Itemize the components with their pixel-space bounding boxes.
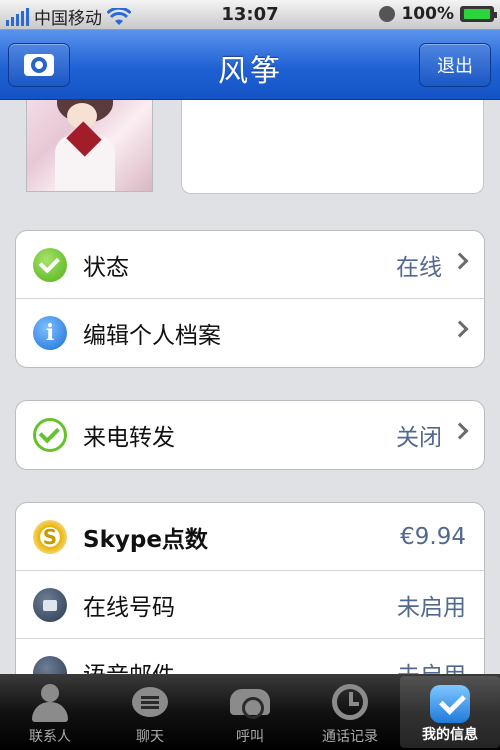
call-forward-group: 来电转发 关闭 [15, 400, 485, 470]
profile-name-box[interactable] [181, 100, 484, 194]
online-number-row[interactable]: 在线号码 未启用 [16, 571, 484, 639]
avatar[interactable] [26, 100, 153, 192]
row-value: 未启用 [397, 656, 466, 674]
call-forward-icon [33, 418, 67, 452]
tab-label: 通话记录 [322, 729, 378, 745]
status-group: 状态 在线 i 编辑个人档案 [15, 230, 485, 368]
tab-label: 聊天 [136, 729, 164, 745]
tab-chat[interactable]: 聊天 [100, 674, 200, 750]
row-label: 语音邮件 [83, 656, 175, 674]
computer-icon [33, 588, 67, 622]
row-value: 关闭 [396, 425, 442, 451]
skype-credit-row[interactable]: S Skype点数 €9.94 [16, 503, 484, 571]
chevron-right-icon [451, 422, 469, 440]
battery-icon [460, 6, 497, 22]
row-label: 状态 [83, 254, 129, 281]
voicemail-icon [33, 656, 67, 674]
phone-icon [228, 682, 272, 722]
navigation-bar: 风筝 退出 [0, 30, 500, 100]
chat-icon [128, 682, 172, 722]
row-label: 编辑个人档案 [83, 323, 221, 349]
status-right: 100% [379, 4, 497, 24]
chevron-right-icon [451, 252, 469, 270]
voicemail-row[interactable]: 语音邮件 未启用 [16, 639, 484, 674]
info-icon: i [33, 316, 67, 350]
row-label: 在线号码 [83, 594, 175, 621]
battery-percent: 100% [401, 4, 454, 24]
row-value: €9.94 [400, 523, 466, 550]
chevron-right-icon [451, 320, 469, 338]
tab-history[interactable]: 通话记录 [300, 674, 400, 750]
edit-profile-row[interactable]: i 编辑个人档案 [16, 299, 484, 367]
status-row[interactable]: 状态 在线 [16, 231, 484, 299]
tab-my-info[interactable]: 我的信息 [400, 676, 500, 748]
call-forward-row[interactable]: 来电转发 关闭 [16, 401, 484, 469]
tab-label: 呼叫 [236, 729, 264, 745]
row-label: Skype点数 [83, 526, 208, 553]
tab-call[interactable]: 呼叫 [200, 674, 300, 750]
tab-contacts[interactable]: 联系人 [0, 674, 100, 750]
row-label: 来电转发 [83, 425, 175, 451]
profile-content[interactable]: 状态 在线 i 编辑个人档案 来电转发 关闭 S Skype点数 €9.94 在… [0, 100, 500, 674]
orientation-lock-icon [379, 6, 396, 22]
tab-label: 联系人 [29, 729, 71, 745]
contacts-icon [28, 682, 72, 722]
status-check-icon [33, 248, 67, 282]
row-value: 在线 [396, 254, 442, 281]
my-info-icon [428, 684, 472, 724]
tab-label: 我的信息 [422, 727, 478, 743]
history-icon [328, 682, 372, 722]
status-bar: 中国移动 13:07 100% [0, 0, 500, 30]
skype-credit-icon: S [33, 520, 67, 554]
account-group: S Skype点数 €9.94 在线号码 未启用 语音邮件 未启用 [15, 502, 485, 674]
logout-button[interactable]: 退出 [419, 43, 491, 87]
tab-bar: 联系人 聊天 呼叫 通话记录 我的信息 [0, 674, 500, 750]
row-value: 未启用 [397, 594, 466, 621]
